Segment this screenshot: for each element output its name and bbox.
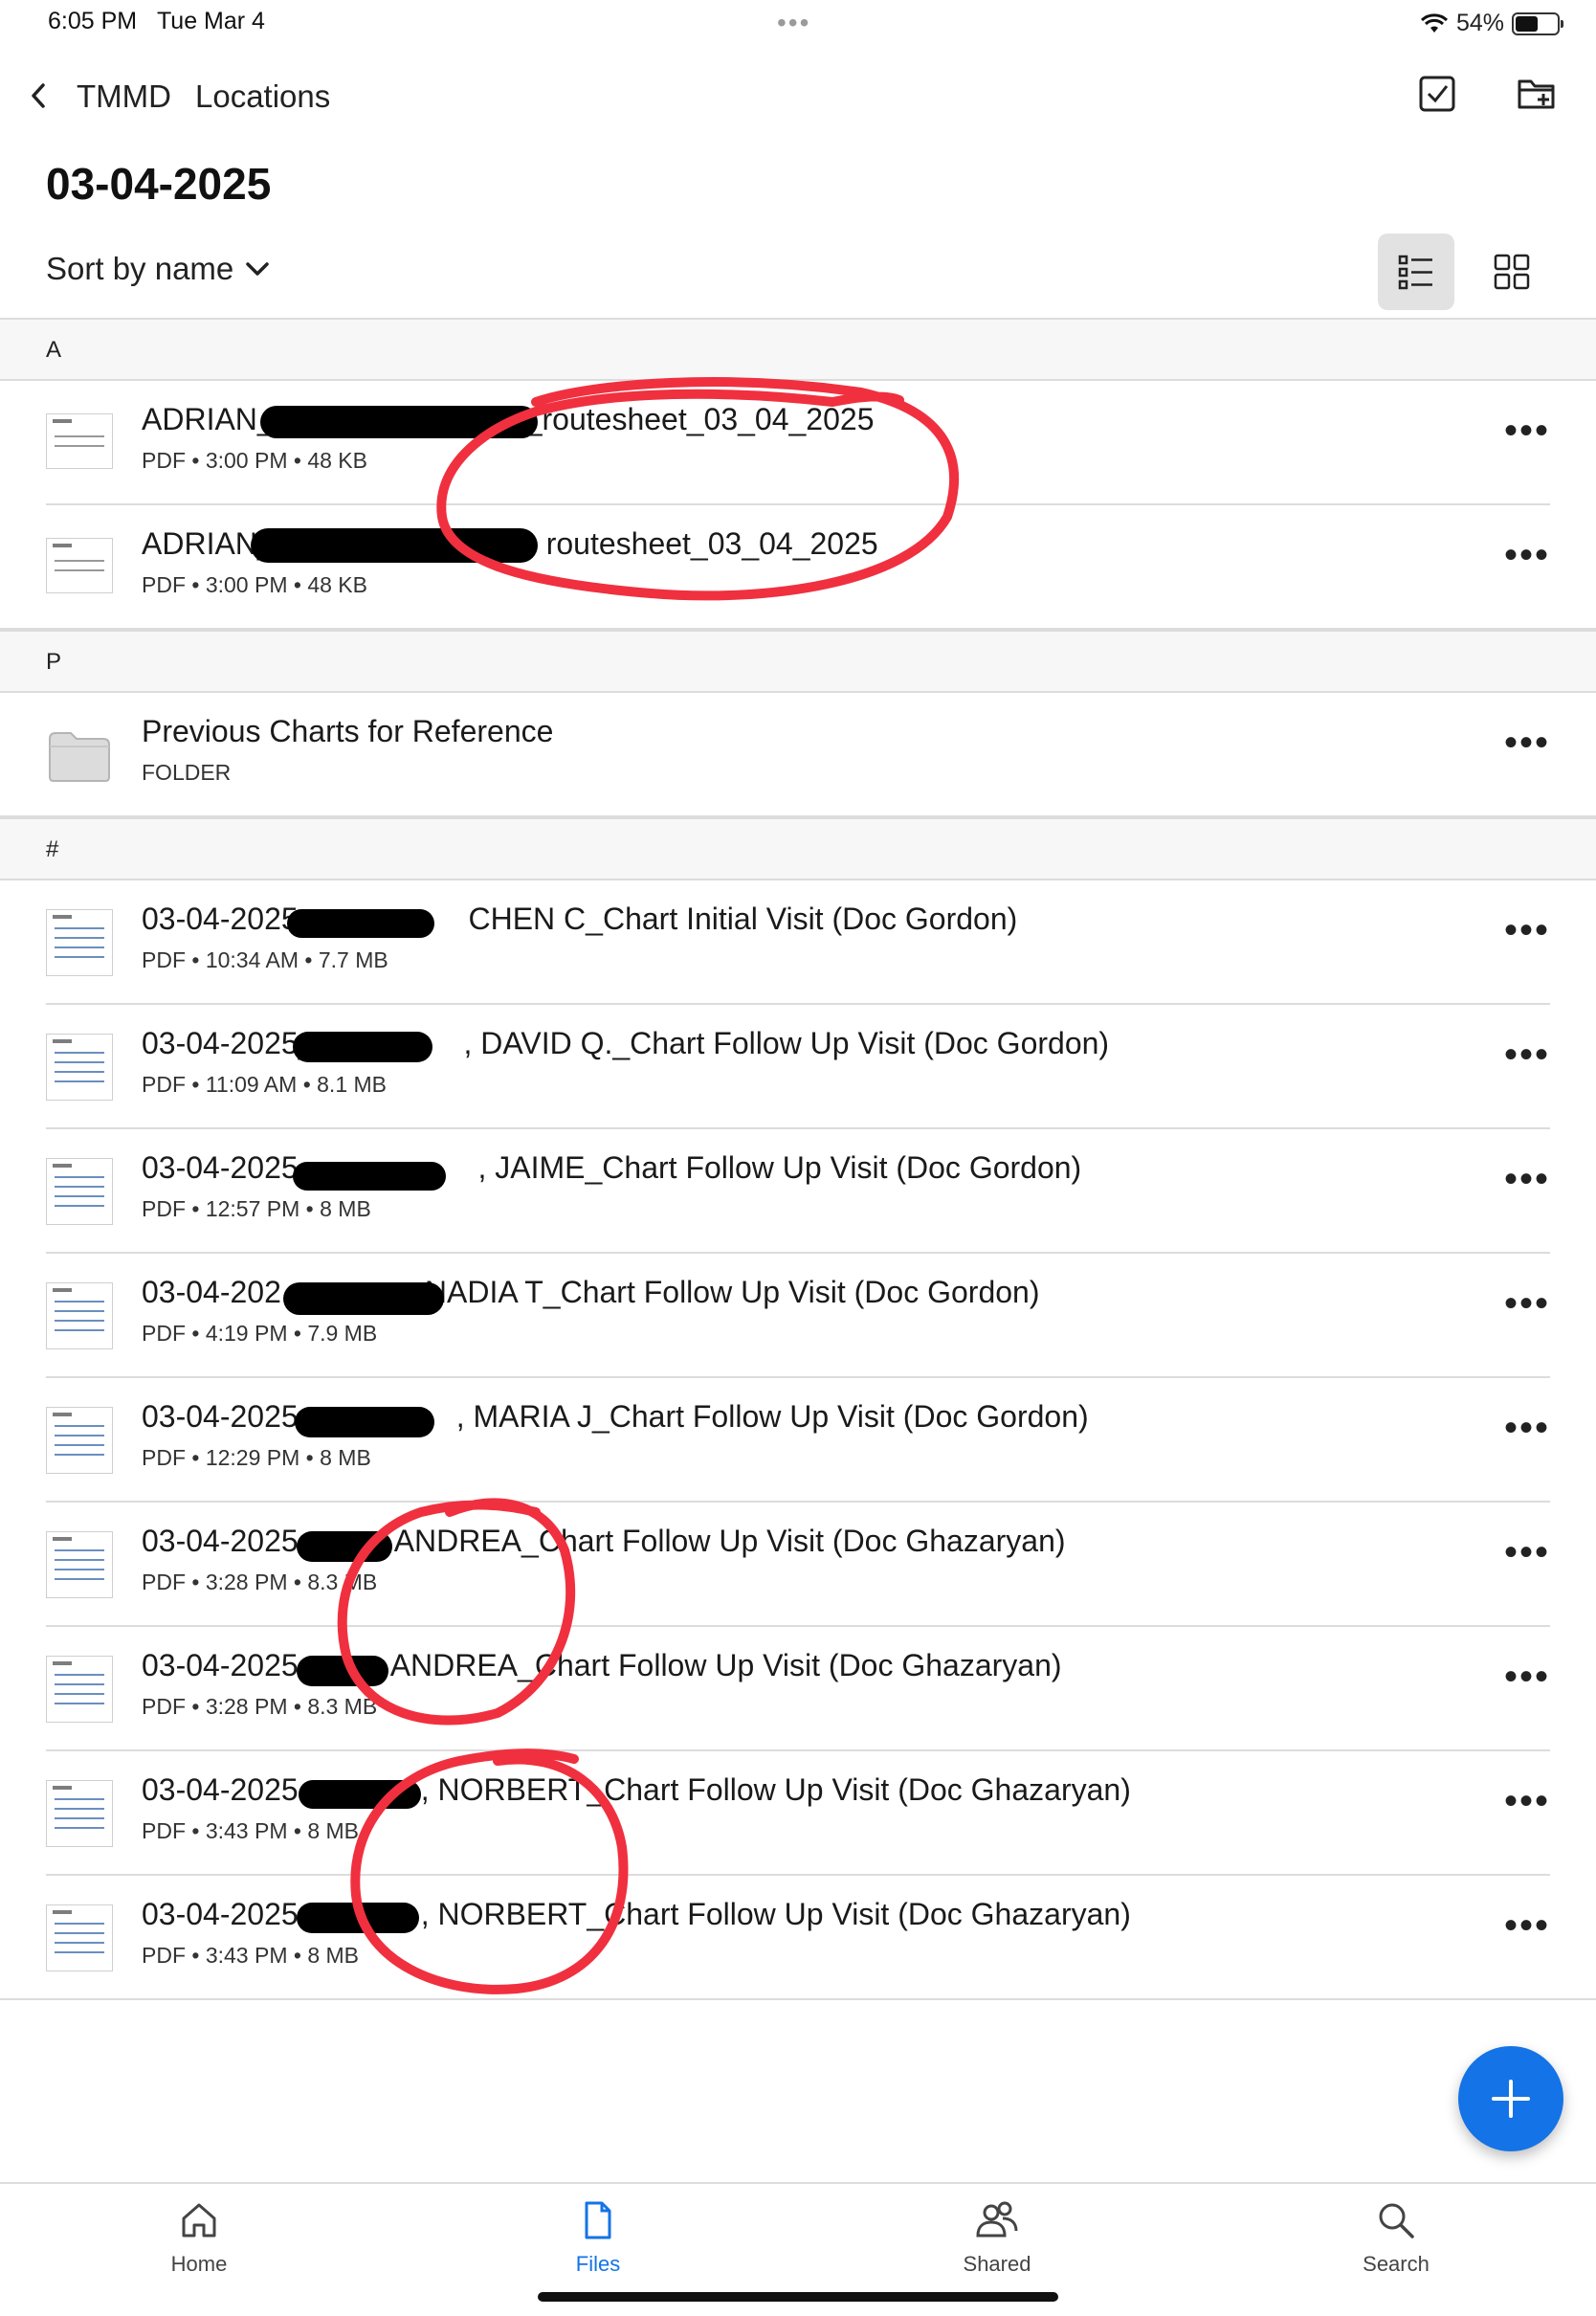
- list-item[interactable]: 03-04-202 NADIA T_Chart Follow Up Visit (…: [0, 1254, 1596, 1378]
- file-meta: PDF • 12:57 PM • 8 MB: [142, 1196, 371, 1221]
- search-icon: [1379, 2203, 1414, 2238]
- sort-dropdown[interactable]: Sort by name: [46, 251, 270, 287]
- file-name: 03-04-2025, NORBERT_Chart Follow Up Visi…: [142, 1897, 1131, 1931]
- tab-shared[interactable]: Shared: [901, 2199, 1093, 2277]
- pdf-thumbnail: [46, 413, 113, 469]
- list-item[interactable]: 03-04-2025, NORBERT_Chart Follow Up Visi…: [0, 1751, 1596, 1876]
- home-icon: [182, 2203, 216, 2238]
- pdf-thumbnail: [46, 1656, 113, 1723]
- back-button[interactable]: [29, 75, 67, 117]
- battery-indicator: 54%: [1420, 10, 1563, 37]
- folder-icon: [49, 732, 110, 782]
- list-item[interactable]: 03-04-2025 ANDREA_Chart Follow Up Visit (…: [0, 1627, 1596, 1751]
- status-time: 6:05 PM Tue Mar 4: [48, 8, 265, 34]
- list-item[interactable]: 03-04-2025_ CHEN C_Chart Initial Visit (D…: [0, 880, 1596, 1005]
- add-button[interactable]: [1458, 2046, 1563, 2151]
- file-name: ADRIAN_ routesheet_03_04_2025: [142, 526, 878, 561]
- more-options-button[interactable]: •••: [1504, 1409, 1550, 1447]
- file-name: 03-04-2025_, JAIME_Chart Follow Up Visit…: [142, 1150, 1082, 1185]
- breadcrumb-current: Locations: [195, 78, 331, 114]
- list-view-toggle[interactable]: [1378, 234, 1454, 310]
- status-bar: 6:05 PM Tue Mar 4 ••• 54%: [0, 0, 1596, 46]
- section-header: P: [0, 630, 1596, 693]
- list-item[interactable]: ADRIAN_ _routesheet_03_04_2025 PDF • 3:00…: [0, 381, 1596, 505]
- chevron-down-icon: [246, 262, 270, 276]
- grid-view-icon: [1494, 254, 1530, 290]
- file-meta: PDF • 4:19 PM • 7.9 MB: [142, 1321, 378, 1346]
- home-indicator: [538, 2292, 1058, 2302]
- list-item[interactable]: Previous Charts for Reference FOLDER •••: [0, 693, 1596, 817]
- checkbox-icon: [1419, 76, 1455, 112]
- file-name: 03-04-2025, NORBERT_Chart Follow Up Visi…: [142, 1772, 1131, 1807]
- more-options-button[interactable]: •••: [1504, 724, 1550, 762]
- list-item[interactable]: 03-04-2025_, DAVID Q._Chart Follow Up Vi…: [0, 1005, 1596, 1129]
- more-options-button[interactable]: •••: [1504, 412, 1550, 450]
- file-meta: PDF • 11:09 AM • 8.1 MB: [142, 1072, 387, 1097]
- new-folder-button[interactable]: [1510, 67, 1563, 121]
- nav-bar: TMMD Locations: [0, 67, 1596, 134]
- files-icon: [585, 2201, 611, 2239]
- tab-files[interactable]: Files: [502, 2199, 694, 2277]
- breadcrumb-parent[interactable]: TMMD: [77, 78, 171, 115]
- file-name: 03-04-2025 ANDREA_Chart Follow Up Visit (…: [142, 1648, 1062, 1682]
- file-meta: PDF • 3:00 PM • 48 KB: [142, 572, 367, 597]
- wifi-icon: [1420, 12, 1448, 33]
- pdf-thumbnail: [46, 1407, 113, 1474]
- file-name: 03-04-2025_ CHEN C_Chart Initial Visit (D…: [142, 902, 1018, 936]
- file-meta: PDF • 3:43 PM • 8 MB: [142, 1943, 360, 1968]
- list-view-icon: [1398, 255, 1432, 290]
- section-header: A: [0, 318, 1596, 381]
- more-options-button[interactable]: •••: [1504, 1160, 1550, 1198]
- pdf-thumbnail: [46, 1282, 113, 1349]
- grid-view-toggle[interactable]: [1474, 234, 1550, 310]
- file-meta: PDF • 3:43 PM • 8 MB: [142, 1818, 360, 1843]
- file-meta: PDF • 3:28 PM • 8.3 MB: [142, 1570, 378, 1594]
- select-button[interactable]: [1410, 67, 1464, 121]
- page-title: 03-04-2025: [46, 159, 272, 209]
- file-name: 03-04-202 NADIA T_Chart Follow Up Visit (…: [142, 1275, 1040, 1309]
- battery-icon: [1512, 11, 1563, 35]
- file-name: 03-04-2025 ANDREA_Chart Follow Up Visit (…: [142, 1524, 1066, 1558]
- list-item[interactable]: 03-04-2025 ANDREA_Chart Follow Up Visit (…: [0, 1503, 1596, 1627]
- list-item[interactable]: 03-04-2025_, JAIME_Chart Follow Up Visit…: [0, 1129, 1596, 1254]
- file-name: ADRIAN_ _routesheet_03_04_2025: [142, 402, 875, 436]
- more-options-button[interactable]: •••: [1504, 1658, 1550, 1696]
- list-item[interactable]: ADRIAN_ routesheet_03_04_2025 PDF • 3:00 …: [0, 505, 1596, 630]
- file-meta: PDF • 3:28 PM • 8.3 MB: [142, 1694, 378, 1719]
- pdf-thumbnail: [46, 1780, 113, 1847]
- file-list: A ADRIAN_ _routesheet_03_04_2025 PDF • 3:…: [0, 318, 1596, 2000]
- file-meta: PDF • 10:34 AM • 7.7 MB: [142, 947, 388, 972]
- more-options-button[interactable]: •••: [1504, 1284, 1550, 1323]
- file-meta: PDF • 3:00 PM • 48 KB: [142, 448, 367, 473]
- shared-icon: [976, 2201, 1018, 2238]
- pdf-thumbnail: [46, 1531, 113, 1598]
- folder-meta: FOLDER: [142, 760, 232, 785]
- pdf-thumbnail: [46, 538, 113, 593]
- more-options-button[interactable]: •••: [1504, 1533, 1550, 1571]
- file-name: 03-04-2025, MARIA J_Chart Follow Up Visi…: [142, 1399, 1089, 1434]
- more-options-button[interactable]: •••: [1504, 1782, 1550, 1820]
- pdf-thumbnail: [46, 1034, 113, 1101]
- pdf-thumbnail: [46, 1158, 113, 1225]
- more-options-button[interactable]: •••: [1504, 911, 1550, 949]
- list-item[interactable]: 03-04-2025, NORBERT_Chart Follow Up Visi…: [0, 1876, 1596, 2000]
- multitasking-dots[interactable]: •••: [777, 8, 810, 38]
- chevron-left-icon: [32, 83, 45, 108]
- tab-search[interactable]: Search: [1300, 2199, 1492, 2277]
- pdf-thumbnail: [46, 909, 113, 976]
- folder-add-icon: [1518, 79, 1555, 109]
- tab-home[interactable]: Home: [103, 2199, 295, 2277]
- more-options-button[interactable]: •••: [1504, 1906, 1550, 1945]
- more-options-button[interactable]: •••: [1504, 536, 1550, 574]
- file-meta: PDF • 12:29 PM • 8 MB: [142, 1445, 371, 1470]
- folder-name: Previous Charts for Reference: [142, 714, 554, 748]
- list-item[interactable]: 03-04-2025, MARIA J_Chart Follow Up Visi…: [0, 1378, 1596, 1503]
- plus-icon: [1492, 2080, 1530, 2118]
- more-options-button[interactable]: •••: [1504, 1036, 1550, 1074]
- section-header: #: [0, 817, 1596, 880]
- file-name: 03-04-2025_, DAVID Q._Chart Follow Up Vi…: [142, 1026, 1110, 1060]
- pdf-thumbnail: [46, 1904, 113, 1971]
